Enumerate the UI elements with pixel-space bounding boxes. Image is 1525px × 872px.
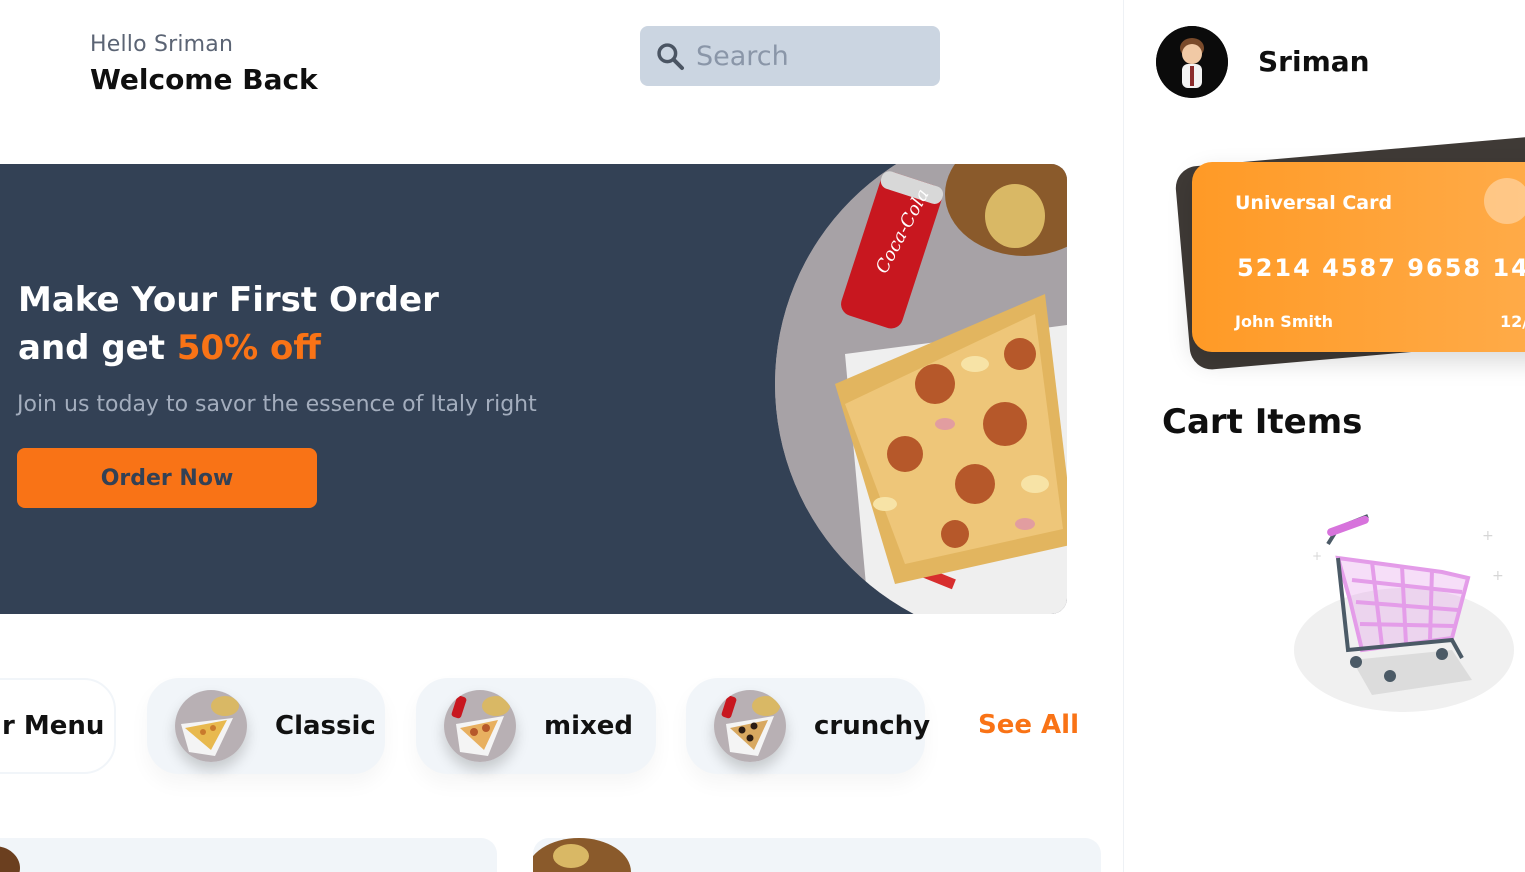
card-logo-icon — [1484, 178, 1525, 224]
food-card[interactable] — [533, 838, 1101, 872]
main-content: Hello Sriman Welcome Back Make Your Firs… — [0, 0, 1123, 872]
food-card-image — [533, 838, 631, 872]
category-classic[interactable]: Classic — [147, 678, 385, 774]
welcome-title: Welcome Back — [90, 63, 318, 96]
svg-text:+: + — [1312, 549, 1322, 563]
promo-discount: 50% off — [176, 328, 321, 368]
card-name: Universal Card — [1235, 192, 1393, 214]
food-card[interactable] — [0, 838, 497, 872]
username: Sriman — [1258, 45, 1370, 78]
promo-title-line2: and get 50% off — [18, 324, 439, 372]
promo-title-prefix: and get — [18, 328, 165, 368]
cart-title: Cart Items — [1162, 402, 1363, 442]
avatar-illustration — [1156, 26, 1228, 98]
search-input[interactable] — [696, 40, 916, 72]
crunchy-pizza-thumb — [714, 690, 786, 762]
promo-title-line1: Make Your First Order — [18, 280, 439, 320]
category-mixed[interactable]: mixed — [416, 678, 656, 774]
promo-title: Make Your First Order and get 50% off — [18, 276, 439, 372]
empty-cart-icon: + + + — [1294, 514, 1514, 712]
category-label: r Menu — [2, 711, 105, 741]
pizza-illustration: Coca-Cola ITAL — [775, 164, 1067, 614]
card-expiry: 12/ — [1500, 312, 1525, 331]
card-number: 5214 4587 9658 1452 — [1237, 254, 1525, 282]
svg-text:+: + — [1482, 528, 1494, 544]
mixed-pizza-thumb — [444, 690, 516, 762]
see-all-link[interactable]: See All — [978, 710, 1079, 740]
promo-subtitle: Join us today to savor the essence of It… — [17, 392, 537, 417]
order-now-button[interactable]: Order Now — [17, 448, 317, 508]
category-menu[interactable]: r Menu — [0, 678, 116, 774]
search-bar[interactable] — [640, 26, 940, 86]
card-holder: John Smith — [1235, 312, 1334, 331]
category-label: crunchy — [814, 711, 931, 741]
user-avatar[interactable] — [1156, 26, 1228, 98]
app-root: Hello Sriman Welcome Back Make Your Firs… — [0, 0, 1525, 872]
svg-text:+: + — [1492, 568, 1504, 584]
pizza-promo-image: Coca-Cola ITAL — [775, 164, 1067, 614]
payment-card[interactable]: Universal Card 5214 4587 9658 1452 John … — [1192, 162, 1525, 352]
right-panel: Sriman Universal Card 5214 4587 9658 145… — [1123, 0, 1525, 872]
category-crunchy[interactable]: crunchy — [686, 678, 930, 774]
promo-banner: Make Your First Order and get 50% off Jo… — [0, 164, 1067, 614]
category-label: mixed — [544, 711, 634, 741]
food-card-image — [0, 846, 20, 872]
greeting: Hello Sriman Welcome Back — [90, 32, 318, 96]
classic-pizza-thumb — [175, 690, 247, 762]
category-label: Classic — [275, 711, 376, 741]
search-icon — [657, 43, 684, 70]
hello-text: Hello Sriman — [90, 32, 234, 57]
category-row: r Menu Classic mixed crunchy See All — [0, 678, 1123, 774]
